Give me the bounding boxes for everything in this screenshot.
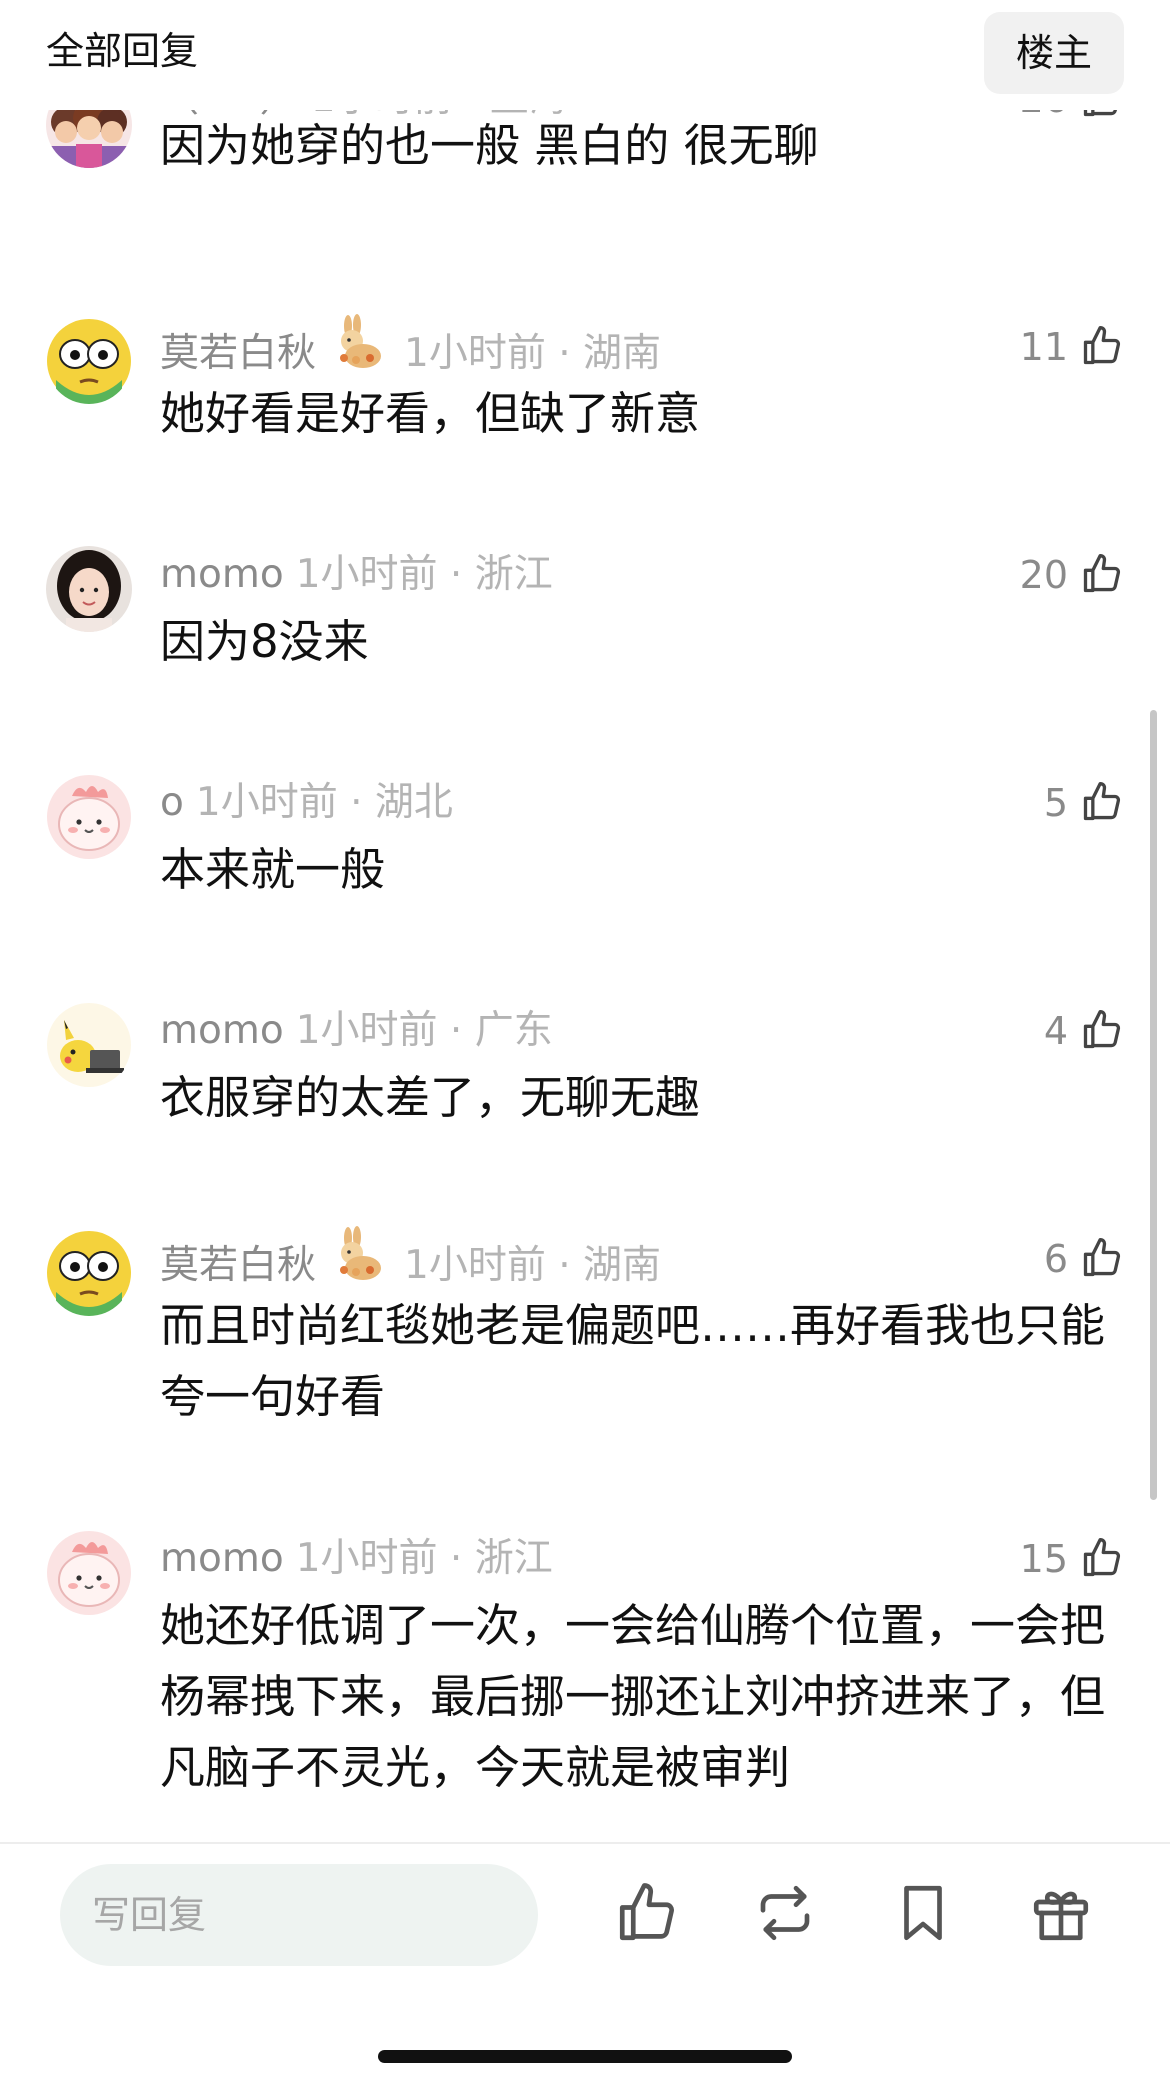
comment-meta: 莫若白秋 1小时前 · 湖南: [160, 1226, 662, 1288]
comment-meta: 莫若白秋 1小时前 · 湖南: [160, 314, 662, 376]
avatar[interactable]: [46, 1530, 132, 1616]
time-location: 1小时前 · 浙江: [295, 1536, 553, 1581]
like-count: 5: [1043, 781, 1068, 825]
page-title: 全部回复: [46, 29, 199, 73]
like-count: 11: [1019, 325, 1068, 369]
comment-text: 因为她穿的也一般 黑白的 很无聊: [160, 119, 819, 172]
like-button[interactable]: 15: [1020, 1532, 1124, 1586]
time-location: 1小时前 · 广东: [295, 1008, 553, 1053]
like-count: 4: [1043, 1009, 1068, 1053]
thumbs-up-icon[interactable]: [614, 1880, 680, 1946]
thumbs-up-icon: [1083, 1537, 1121, 1576]
rabbit-badge-icon: [330, 1226, 386, 1297]
avatar[interactable]: [46, 774, 132, 860]
thumbs-up-icon: [1083, 1237, 1121, 1276]
username[interactable]: o: [160, 780, 184, 825]
like-button[interactable]: 5: [1044, 776, 1124, 830]
like-count: 6: [1043, 1237, 1068, 1281]
thumbs-up-icon: [1083, 325, 1121, 364]
username[interactable]: momo: [160, 1536, 284, 1581]
reply-placeholder: 写回复: [92, 1893, 207, 1937]
time-location: 1小时前 · 湖北: [195, 780, 453, 825]
reply-input[interactable]: 写回复: [60, 1864, 538, 1966]
avatar[interactable]: [46, 546, 132, 632]
comment-meta: momo 1小时前 · 浙江: [160, 548, 553, 602]
owner-only-button[interactable]: 楼主: [984, 12, 1124, 94]
comment-text: 衣服穿的太差了，无聊无趣: [160, 1071, 701, 1124]
scrollbar-thumb[interactable]: [1150, 710, 1157, 1500]
comment-text: 她还好低调了一次，一会给仙腾个位置，一会把杨幂拽下来，最后挪一挪还让刘冲挤进来了…: [160, 1599, 1106, 1794]
like-count: 15: [1019, 1537, 1068, 1581]
username[interactable]: 莫若白秋: [160, 1243, 316, 1288]
comment-text: 她好看是好看，但缺了新意: [160, 387, 701, 440]
like-button[interactable]: 11: [1020, 320, 1124, 374]
time-location: 1小时前 · 湖南: [404, 331, 662, 376]
thumbs-up-icon: [1083, 553, 1121, 592]
rabbit-badge-icon: [330, 314, 386, 385]
comment-meta: momo 1小时前 · 广东: [160, 1004, 553, 1058]
like-button[interactable]: 6: [1044, 1232, 1124, 1286]
username[interactable]: momo: [160, 1008, 284, 1053]
bookmark-icon[interactable]: [890, 1880, 956, 1946]
avatar[interactable]: [46, 318, 132, 404]
comment-meta: o 1小时前 · 湖北: [160, 776, 453, 830]
like-button[interactable]: 20: [1020, 548, 1124, 602]
like-count: 20: [1019, 553, 1068, 597]
gift-icon[interactable]: [1028, 1880, 1094, 1946]
comment-meta: momo 1小时前 · 浙江: [160, 1532, 553, 1586]
time-location: 1小时前 · 湖南: [404, 1243, 662, 1288]
username[interactable]: momo: [160, 552, 284, 597]
username[interactable]: 莫若白秋: [160, 331, 316, 376]
home-indicator[interactable]: [378, 2050, 792, 2063]
like-button[interactable]: 4: [1044, 1004, 1124, 1058]
comment-text: 而且时尚红毯她老是偏题吧……再好看我也只能夸一句好看: [160, 1299, 1106, 1423]
header: 全部回复 楼主: [0, 0, 1170, 110]
avatar[interactable]: [46, 1002, 132, 1088]
avatar[interactable]: [46, 1230, 132, 1316]
repost-icon[interactable]: [752, 1880, 818, 1946]
comment-text: 本来就一般: [160, 843, 386, 896]
thumbs-up-icon: [1083, 781, 1121, 820]
time-location: 1小时前 · 浙江: [295, 552, 553, 597]
comment-text: 因为8没来: [160, 615, 369, 668]
thumbs-up-icon: [1083, 1009, 1121, 1048]
